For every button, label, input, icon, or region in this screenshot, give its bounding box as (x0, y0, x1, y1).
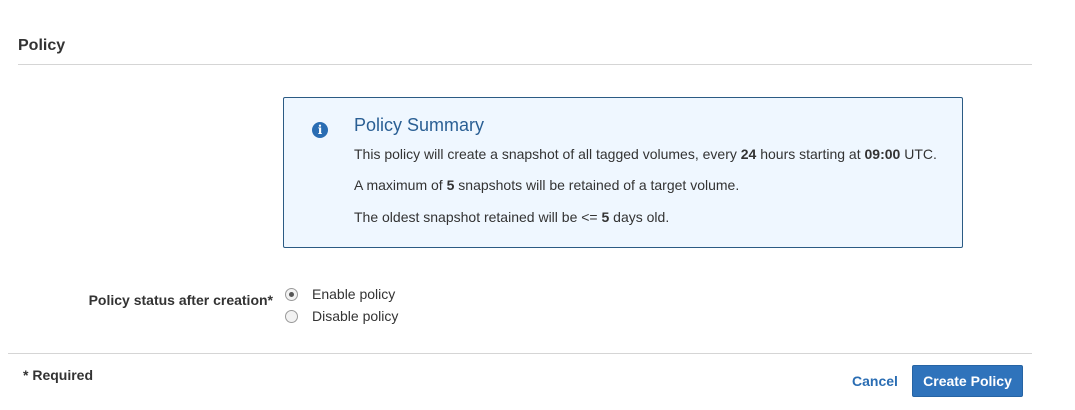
summary-line-age: The oldest snapshot retained will be <= … (354, 209, 670, 225)
enable-policy-radio[interactable] (285, 287, 298, 301)
disable-policy-option[interactable]: Disable policy (285, 308, 398, 324)
policy-summary-box: i Policy Summary This policy will create… (283, 97, 963, 248)
cancel-button[interactable]: Cancel (852, 373, 898, 389)
summary-line-schedule: This policy will create a snapshot of al… (354, 146, 937, 162)
policy-status-label: Policy status after creation* (88, 292, 273, 308)
disable-policy-radio[interactable] (285, 309, 298, 323)
interval-hours: 24 (740, 146, 757, 162)
enable-policy-label[interactable]: Enable policy (312, 286, 395, 302)
start-time: 09:00 (864, 146, 901, 162)
enable-policy-option[interactable]: Enable policy (285, 286, 395, 302)
section-divider (18, 64, 1032, 65)
summary-title: Policy Summary (354, 115, 485, 135)
required-note: * Required (23, 367, 94, 383)
section-title: Policy (18, 37, 66, 54)
disable-policy-label[interactable]: Disable policy (312, 308, 398, 324)
create-policy-button[interactable]: Create Policy (912, 365, 1023, 397)
info-icon: i (312, 122, 328, 138)
summary-line-retention: A maximum of 5 snapshots will be retaine… (354, 177, 740, 193)
footer-divider (8, 353, 1032, 354)
policy-page: Policy i Policy Summary This policy will… (0, 0, 1075, 410)
